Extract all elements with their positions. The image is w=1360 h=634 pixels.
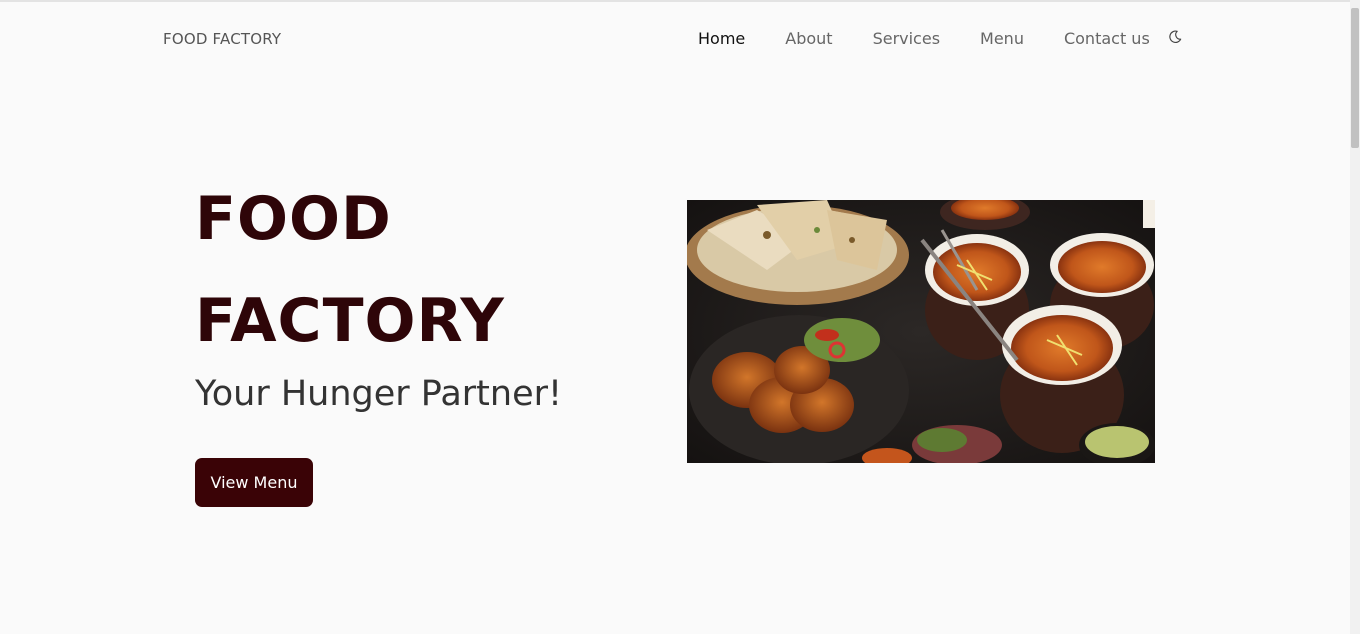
nav-link-menu[interactable]: Menu <box>980 29 1024 48</box>
scrollbar-thumb[interactable] <box>1351 8 1359 148</box>
nav-link-contact[interactable]: Contact us <box>1064 29 1150 48</box>
nav-link-services[interactable]: Services <box>873 29 940 48</box>
hero-title-line-2: FACTORY <box>195 286 505 356</box>
nav-links: Home About Services Menu Contact us <box>698 29 1182 48</box>
view-menu-button[interactable]: View Menu <box>195 458 313 507</box>
nav-link-home[interactable]: Home <box>698 29 745 48</box>
brand-logo-text[interactable]: FOOD FACTORY <box>163 30 281 48</box>
page-scrollbar[interactable] <box>1350 0 1360 634</box>
moon-icon[interactable] <box>1168 30 1182 44</box>
nav-link-about[interactable]: About <box>785 29 832 48</box>
hero-title-line-1: FOOD <box>195 184 392 254</box>
navbar: FOOD FACTORY Home About Services Menu Co… <box>0 2 1350 76</box>
food-platter-image <box>687 200 1155 463</box>
hero-tagline: Your Hunger Partner! <box>195 374 563 414</box>
hero-title: FOOD FACTORY <box>195 168 505 372</box>
